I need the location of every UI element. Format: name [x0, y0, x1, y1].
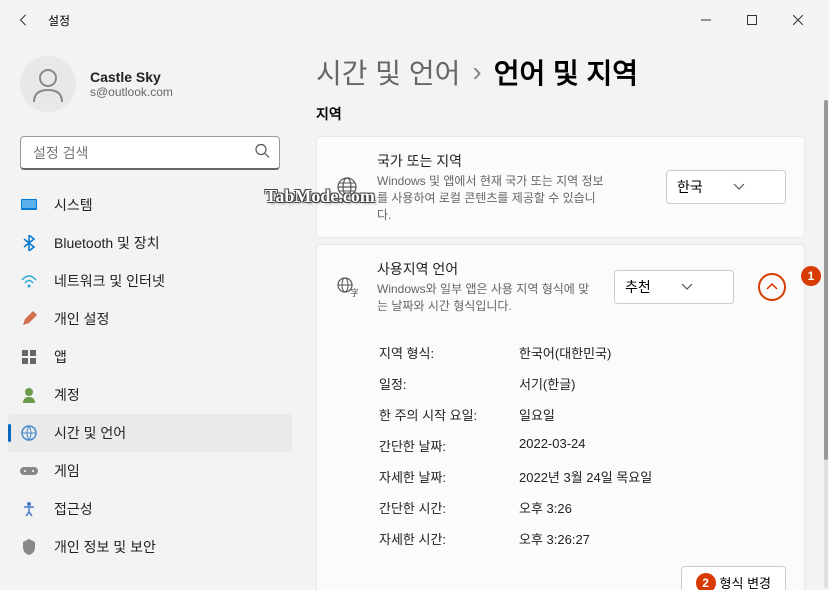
country-dropdown[interactable]: 한국 [666, 170, 786, 204]
accounts-icon [20, 386, 38, 404]
bluetooth-icon [20, 234, 38, 252]
sidebar-item-label: 네트워크 및 인터넷 [54, 271, 165, 291]
chevron-up-icon [766, 283, 778, 291]
annotation-marker-2: 2 [696, 573, 716, 590]
format-details: 지역 형식:한국어(대한민국) 일정:서기(한글) 한 주의 시작 요일:일요일… [317, 329, 804, 590]
dropdown-value: 한국 [677, 177, 703, 197]
search-input[interactable] [20, 136, 280, 170]
window-title: 설정 [48, 12, 70, 29]
network-icon [20, 272, 38, 290]
page-title: 언어 및 지역 [494, 52, 638, 92]
change-format-button[interactable]: 2 형식 변경 [681, 566, 786, 590]
minimize-button[interactable] [683, 4, 729, 36]
detail-row: 자세한 시간:오후 3:26:27 [379, 523, 786, 554]
section-header: 지역 [316, 104, 805, 124]
collapse-button[interactable] [758, 273, 786, 301]
time-language-icon [20, 424, 38, 442]
card-description: Windows 및 앱에서 현재 국가 또는 지역 정보를 사용하여 로컬 콘텐… [377, 173, 607, 223]
sidebar: Castle Sky s@outlook.com 시스템 Bluetooth 및… [0, 40, 300, 590]
country-region-card: 국가 또는 지역 Windows 및 앱에서 현재 국가 또는 지역 정보를 사… [316, 136, 805, 238]
sidebar-item-label: 접근성 [54, 499, 93, 519]
window-controls [683, 4, 821, 36]
breadcrumb-parent[interactable]: 시간 및 언어 [316, 52, 460, 92]
annotation-marker-1: 1 [801, 266, 821, 286]
maximize-button[interactable] [729, 4, 775, 36]
detail-row: 간단한 날짜:2022-03-24 [379, 430, 786, 461]
regional-format-card: 字 사용지역 언어 Windows와 일부 앱은 사용 지역 형식에 맞는 날짜… [316, 244, 805, 590]
titlebar: 설정 [0, 0, 829, 40]
card-description: Windows와 일부 앱은 사용 지역 형식에 맞는 날짜와 시간 형식입니다… [377, 281, 596, 315]
scrollbar-thumb[interactable] [824, 100, 828, 460]
sidebar-item-personalization[interactable]: 개인 설정 [8, 300, 292, 338]
nav-list: 시스템 Bluetooth 및 장치 네트워크 및 인터넷 개인 설정 앱 계정 [8, 186, 292, 566]
content-area: 시간 및 언어 › 언어 및 지역 지역 국가 또는 지역 Windows 및 … [300, 40, 829, 590]
personalization-icon [20, 310, 38, 328]
dropdown-value: 추천 [625, 277, 651, 297]
card-title: 사용지역 언어 [377, 259, 596, 279]
sidebar-item-label: 게임 [54, 461, 80, 481]
scrollbar[interactable] [824, 100, 828, 588]
language-globe-icon: 字 [335, 276, 359, 298]
card-title: 국가 또는 지역 [377, 151, 648, 171]
sidebar-item-label: 개인 정보 및 보안 [54, 537, 156, 557]
sidebar-item-accessibility[interactable]: 접근성 [8, 490, 292, 528]
apps-icon [20, 348, 38, 366]
back-button[interactable] [8, 4, 40, 36]
sidebar-item-system[interactable]: 시스템 [8, 186, 292, 224]
accessibility-icon [20, 500, 38, 518]
svg-text:字: 字 [350, 287, 358, 298]
breadcrumb: 시간 및 언어 › 언어 및 지역 [316, 52, 805, 92]
sidebar-item-time-language[interactable]: 시간 및 언어 [8, 414, 292, 452]
sidebar-item-network[interactable]: 네트워크 및 인터넷 [8, 262, 292, 300]
sidebar-item-bluetooth[interactable]: Bluetooth 및 장치 [8, 224, 292, 262]
avatar [20, 56, 76, 112]
sidebar-item-label: Bluetooth 및 장치 [54, 233, 160, 253]
search-box [20, 136, 280, 170]
detail-row: 지역 형식:한국어(대한민국) [379, 337, 786, 368]
detail-row: 간단한 시간:오후 3:26 [379, 492, 786, 523]
sidebar-item-gaming[interactable]: 게임 [8, 452, 292, 490]
gaming-icon [20, 462, 38, 480]
profile-section[interactable]: Castle Sky s@outlook.com [8, 40, 292, 128]
sidebar-item-accounts[interactable]: 계정 [8, 376, 292, 414]
sidebar-item-privacy[interactable]: 개인 정보 및 보안 [8, 528, 292, 566]
system-icon [20, 196, 38, 214]
globe-icon [335, 176, 359, 198]
sidebar-item-label: 앱 [54, 347, 67, 367]
chevron-down-icon [681, 283, 693, 291]
sidebar-item-label: 계정 [54, 385, 80, 405]
detail-row: 자세한 날짜:2022년 3월 24일 목요일 [379, 461, 786, 492]
breadcrumb-separator: › [472, 56, 481, 88]
profile-email: s@outlook.com [90, 85, 173, 99]
sidebar-item-label: 개인 설정 [54, 309, 109, 329]
format-dropdown[interactable]: 추천 [614, 270, 734, 304]
sidebar-item-apps[interactable]: 앱 [8, 338, 292, 376]
sidebar-item-label: 시간 및 언어 [54, 423, 126, 443]
privacy-icon [20, 538, 38, 556]
detail-row: 한 주의 시작 요일:일요일 [379, 399, 786, 430]
profile-name: Castle Sky [90, 69, 173, 85]
detail-row: 일정:서기(한글) [379, 368, 786, 399]
close-button[interactable] [775, 4, 821, 36]
search-icon [254, 143, 270, 164]
sidebar-item-label: 시스템 [54, 195, 93, 215]
chevron-down-icon [733, 183, 745, 191]
